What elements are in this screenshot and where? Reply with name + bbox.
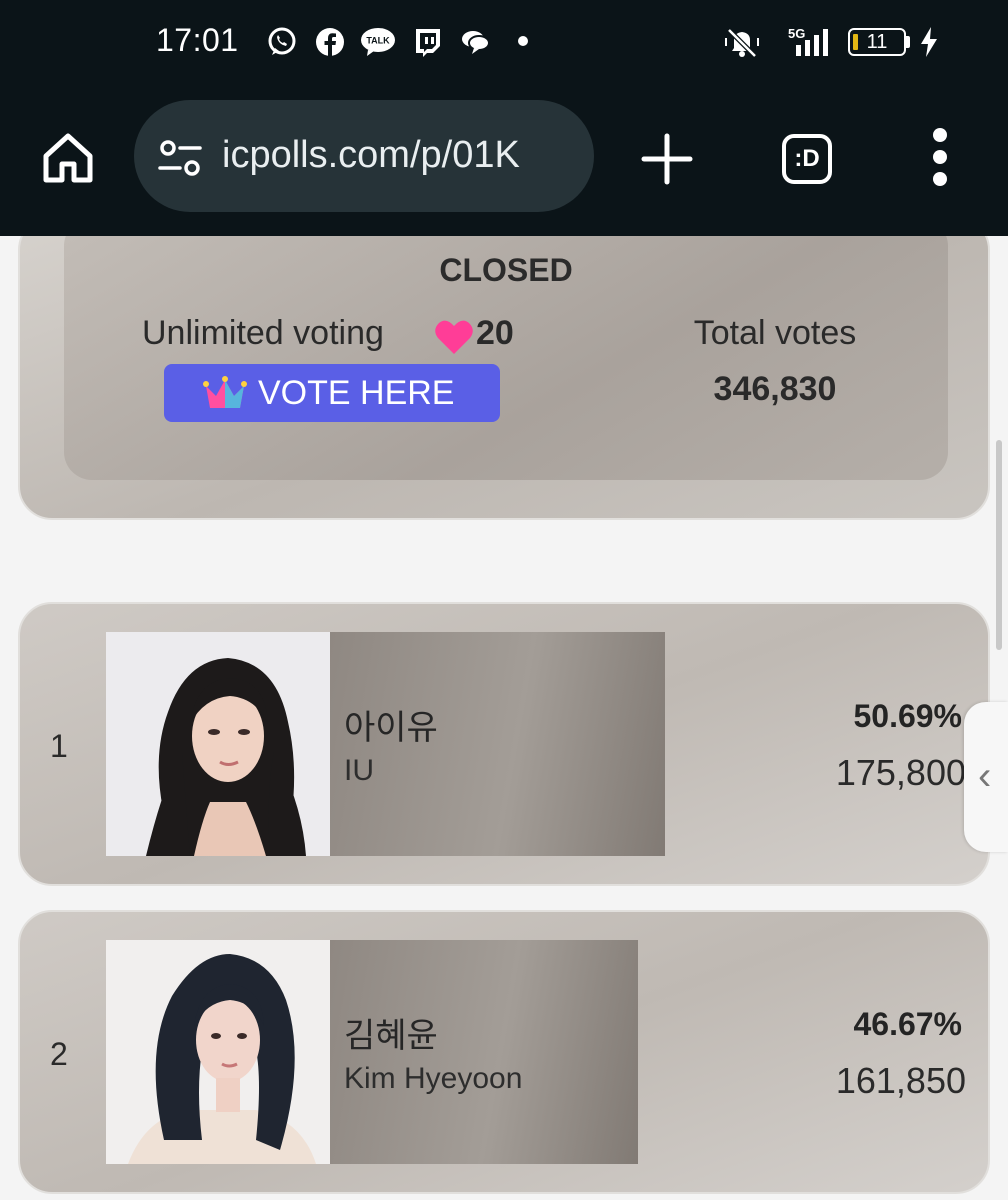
tab-switcher-button[interactable]: :D [782, 134, 832, 184]
crown-icon [203, 376, 247, 408]
candidate-votes: 161,850 [835, 1060, 966, 1101]
candidate-percent: 46.67% [853, 1006, 962, 1042]
browser-toolbar: icpolls.com/p/01K :D [0, 86, 1008, 236]
chat-bubble-icon [462, 31, 490, 54]
address-bar[interactable]: icpolls.com/p/01K [134, 100, 594, 212]
total-votes-label: Total votes [693, 314, 857, 352]
candidate-row[interactable]: 2 김혜윤 Kim Hyeyoon 46.67% 161,850 [18, 910, 990, 1194]
status-time: 17:01 [156, 22, 239, 58]
home-icon[interactable] [40, 130, 96, 186]
edge-panel-handle[interactable]: ‹ [964, 702, 1008, 852]
charging-icon [921, 27, 937, 57]
poll-summary-panel: CLOSED Unlimited voting 20 VOTE HERE Tot… [64, 236, 948, 480]
candidate-percent: 50.69% [853, 698, 962, 734]
site-settings-icon[interactable] [158, 138, 202, 178]
facebook-icon [316, 28, 344, 56]
candidate-name-korean: 김혜윤 [344, 1017, 438, 1055]
voting-mode: Unlimited voting [142, 314, 384, 352]
heart-icon [435, 320, 473, 354]
twitch-icon [416, 29, 440, 57]
poll-status: CLOSED [439, 252, 573, 288]
candidate-rank: 2 [50, 1036, 68, 1072]
heart-count: 20 [476, 314, 514, 352]
new-tab-icon[interactable] [640, 132, 694, 186]
battery-low-fill [853, 34, 858, 50]
svg-text:5G: 5G [788, 26, 805, 41]
candidate-name-english: Kim Hyeyoon [344, 1062, 523, 1095]
battery-tip [906, 36, 910, 48]
poll-page: CLOSED Unlimited voting 20 VOTE HERE Tot… [0, 236, 1008, 1200]
vote-here-button[interactable]: VOTE HERE [164, 364, 500, 422]
candidate-row[interactable]: 1 아이유 IU 50.69% 175,800 [18, 602, 990, 886]
candidate-photo [106, 940, 330, 1164]
kakaotalk-icon: TALK [361, 28, 395, 56]
candidate-votes: 175,800 [835, 752, 966, 793]
signal-icon: 5G [788, 26, 828, 56]
overflow-menu-icon[interactable] [928, 128, 952, 190]
total-votes-value: 346,830 [713, 370, 837, 408]
battery-level: 11 [866, 31, 888, 53]
vote-button-label: VOTE HERE [258, 374, 455, 412]
status-bar: 17:01 TALK 5G 11 [0, 0, 1008, 86]
battery-indicator: 11 [848, 28, 906, 56]
candidate-name-korean: 아이유 [344, 709, 438, 747]
browser-chrome: 17:01 TALK 5G 11 icpolls.com/p/01K:D [0, 0, 1008, 236]
candidate-photo [106, 632, 330, 856]
mute-icon [725, 28, 759, 58]
svg-text:TALK: TALK [366, 36, 390, 46]
whatsapp-icon [268, 27, 296, 55]
scrollbar-thumb[interactable] [996, 440, 1002, 650]
candidate-rank: 1 [50, 728, 68, 764]
more-notifications-dot [518, 36, 528, 46]
chevron-left-icon: ‹ [978, 754, 992, 798]
poll-summary-card: CLOSED Unlimited voting 20 VOTE HERE Tot… [18, 236, 990, 520]
candidate-name-english: IU [344, 754, 374, 787]
url-text: icpolls.com/p/01K [222, 134, 520, 176]
